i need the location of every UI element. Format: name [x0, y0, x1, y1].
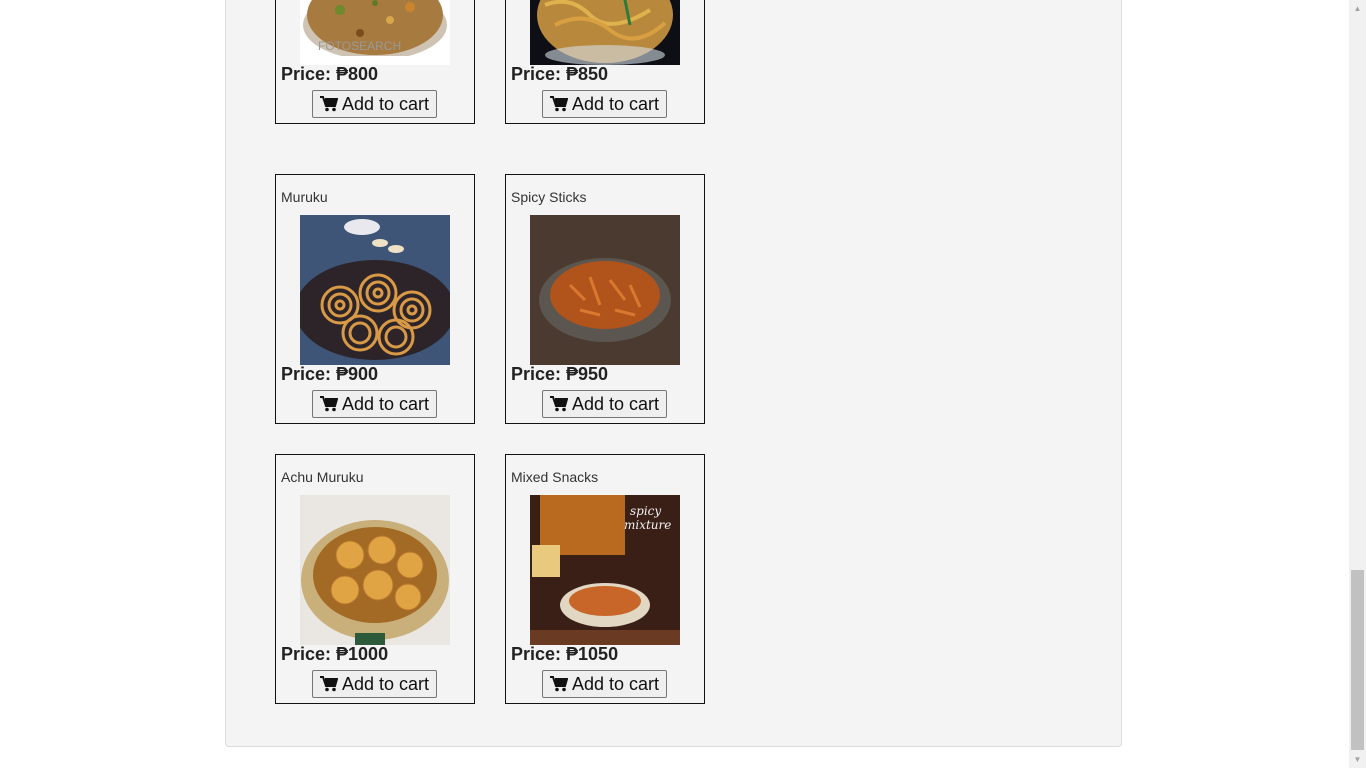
product-name: Spicy Sticks — [511, 189, 587, 205]
add-to-cart-button[interactable]: Add to cart — [542, 670, 667, 698]
image-caption-line2: mixture — [624, 518, 671, 532]
product-card: Mixed Snacks spicy mixture Price: ₱1050 — [505, 454, 705, 704]
vertical-scrollbar[interactable]: ▲ ▼ — [1349, 0, 1366, 768]
product-card: Muruku Price: ₱900 Add to cart — [275, 174, 475, 424]
scrollbar-thumb[interactable] — [1351, 570, 1364, 750]
add-to-cart-label: Add to cart — [571, 393, 660, 414]
add-to-cart-label: Add to cart — [341, 393, 430, 414]
add-to-cart-label: Add to cart — [341, 673, 430, 694]
product-price: Price: ₱950 — [511, 364, 609, 384]
add-to-cart-label: Add to cart — [571, 673, 660, 694]
scroll-down-icon[interactable]: ▼ — [1349, 751, 1366, 768]
product-image-spicy-sticks[interactable] — [530, 215, 680, 365]
add-to-cart-label: Add to cart — [571, 93, 660, 114]
page-viewport: FOTOSEARCH Price: ₱800 Add to cart Price… — [0, 0, 1349, 768]
product-card: Achu Muruku Price: ₱1000 Add to cart — [275, 454, 475, 704]
product-price: Price: ₱1000 — [281, 644, 389, 664]
shopping-cart-icon — [319, 676, 339, 692]
scroll-up-icon[interactable]: ▲ — [1349, 0, 1366, 17]
shopping-cart-icon — [319, 396, 339, 412]
add-to-cart-label: Add to cart — [341, 93, 430, 114]
product-image-mixed-snacks[interactable]: spicy mixture — [530, 495, 680, 645]
add-to-cart-button[interactable]: Add to cart — [312, 390, 437, 418]
watermark-text: FOTOSEARCH — [318, 39, 401, 53]
product-image-noodle-snack[interactable] — [530, 0, 680, 65]
product-card: Spicy Sticks Price: ₱950 Add to cart — [505, 174, 705, 424]
product-image-achu-muruku[interactable] — [300, 495, 450, 645]
product-name: Mixed Snacks — [511, 469, 599, 485]
products-panel: FOTOSEARCH Price: ₱800 Add to cart Price… — [225, 0, 1122, 747]
image-caption-line1: spicy — [630, 504, 661, 518]
add-to-cart-button[interactable]: Add to cart — [542, 90, 667, 118]
shopping-cart-icon — [549, 396, 569, 412]
product-name: Achu Muruku — [281, 469, 364, 485]
product-price: Price: ₱900 — [281, 364, 379, 384]
shopping-cart-icon — [549, 676, 569, 692]
add-to-cart-button[interactable]: Add to cart — [312, 90, 437, 118]
product-image-muruku[interactable] — [300, 215, 450, 365]
product-image-mixture[interactable]: FOTOSEARCH — [300, 0, 450, 65]
product-card: FOTOSEARCH Price: ₱800 Add to cart — [275, 0, 475, 124]
product-price: Price: ₱850 — [511, 64, 609, 84]
product-price: Price: ₱800 — [281, 64, 379, 84]
product-price: Price: ₱1050 — [511, 644, 619, 664]
add-to-cart-button[interactable]: Add to cart — [312, 670, 437, 698]
shopping-cart-icon — [319, 96, 339, 112]
shopping-cart-icon — [549, 96, 569, 112]
add-to-cart-button[interactable]: Add to cart — [542, 390, 667, 418]
product-name: Muruku — [281, 189, 328, 205]
product-card: Price: ₱850 Add to cart — [505, 0, 705, 124]
